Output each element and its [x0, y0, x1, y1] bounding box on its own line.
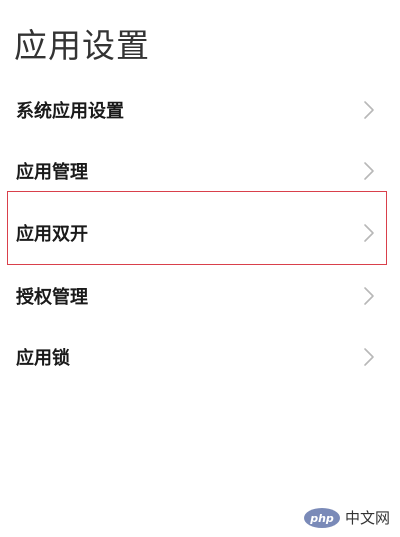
menu-item-system-app-settings[interactable]: 系统应用设置	[0, 80, 400, 140]
menu-item-label: 系统应用设置	[16, 101, 124, 122]
settings-screen: 应用设置 系统应用设置 应用管理 应用双开 授权管理 应用锁 php 中文网	[0, 0, 400, 537]
menu-item-label: 授权管理	[16, 287, 88, 308]
menu-item-label: 应用管理	[16, 162, 88, 183]
svg-text:php: php	[309, 512, 334, 525]
page-title: 应用设置	[14, 26, 150, 65]
chevron-right-icon	[364, 348, 374, 366]
php-logo-icon: php	[303, 508, 340, 528]
watermark-text: 中文网	[344, 509, 390, 527]
menu-item-label: 应用双开	[16, 224, 88, 245]
menu-item-label: 应用锁	[16, 348, 70, 369]
chevron-right-icon	[364, 101, 374, 119]
menu-item-permission-management[interactable]: 授权管理	[0, 266, 400, 326]
menu-item-dual-apps[interactable]: 应用双开	[0, 203, 400, 263]
chevron-right-icon	[364, 224, 374, 242]
menu-item-app-management[interactable]: 应用管理	[0, 141, 400, 201]
menu-item-app-lock[interactable]: 应用锁	[0, 327, 400, 387]
watermark: php 中文网	[303, 507, 390, 529]
chevron-right-icon	[364, 287, 374, 305]
chevron-right-icon	[364, 162, 374, 180]
